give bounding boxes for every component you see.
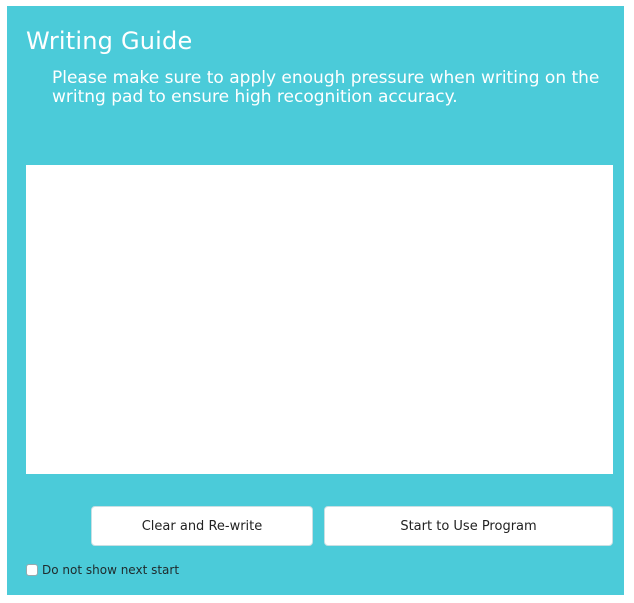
clear-rewrite-label: Clear and Re-write bbox=[141, 518, 263, 534]
start-program-label: Start to Use Program bbox=[400, 518, 537, 534]
instruction-text: Please make sure to apply enough pressur… bbox=[52, 68, 600, 107]
writing-guide-dialog: Writing Guide Please make sure to apply … bbox=[7, 6, 624, 595]
start-program-button[interactable]: Start to Use Program bbox=[324, 506, 613, 546]
writing-pad[interactable] bbox=[26, 165, 613, 474]
dont-show-label: Do not show next start bbox=[42, 563, 180, 577]
dont-show-option[interactable]: Do not show next start bbox=[26, 563, 179, 577]
dont-show-checkbox[interactable] bbox=[26, 564, 38, 576]
clear-rewrite-button[interactable]: Clear and Re-write bbox=[91, 506, 313, 546]
dialog-title: Writing Guide bbox=[26, 27, 193, 55]
